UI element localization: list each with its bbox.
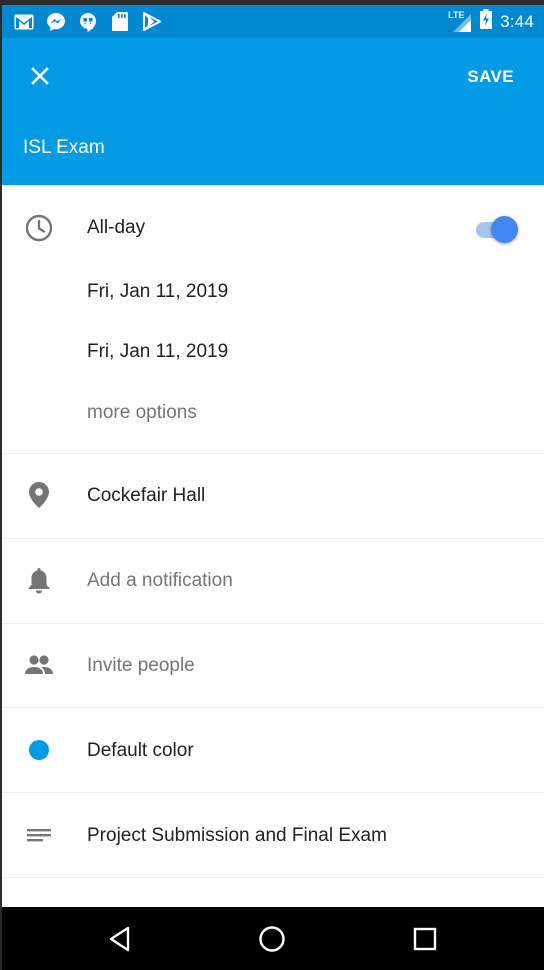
clock-icon xyxy=(24,213,54,243)
play-store-icon xyxy=(142,12,162,32)
recents-button[interactable] xyxy=(409,923,441,955)
color-dot-icon xyxy=(24,735,54,765)
navigation-bar xyxy=(2,907,544,970)
messenger-icon xyxy=(46,12,66,32)
notes-icon xyxy=(24,820,54,850)
notification-row[interactable]: Add a notification xyxy=(2,539,544,623)
lte-signal-icon: LTE xyxy=(448,9,472,33)
event-title[interactable]: ISL Exam xyxy=(23,137,105,159)
color-row[interactable]: Default color xyxy=(2,708,544,792)
system-icons: LTE 3:44 xyxy=(448,9,544,34)
invite-people[interactable]: Invite people xyxy=(87,655,195,677)
save-button[interactable]: SAVE xyxy=(467,67,514,87)
battery-charging-icon xyxy=(480,9,493,34)
description-row[interactable]: Project Submission and Final Exam xyxy=(2,793,544,877)
hangouts-icon xyxy=(78,12,98,32)
start-date[interactable]: Fri, Jan 11, 2019 xyxy=(87,281,228,303)
bell-icon xyxy=(24,565,54,595)
toggle-thumb xyxy=(491,216,518,243)
all-day-toggle[interactable] xyxy=(474,215,520,243)
sd-card-icon xyxy=(110,12,130,32)
home-icon xyxy=(259,926,285,952)
people-icon xyxy=(24,650,54,680)
invite-people-row[interactable]: Invite people xyxy=(2,624,544,708)
notification-icons xyxy=(2,12,162,32)
close-icon xyxy=(31,67,49,85)
all-day-label: All-day xyxy=(87,217,146,238)
description-value: Project Submission and Final Exam xyxy=(87,825,387,846)
gmail-icon xyxy=(14,12,34,32)
back-button[interactable] xyxy=(104,923,136,955)
home-button[interactable] xyxy=(256,923,288,955)
close-button[interactable] xyxy=(24,60,56,92)
location-pin-icon xyxy=(24,480,54,510)
end-date-row[interactable]: Fri, Jan 11, 2019 xyxy=(2,333,544,393)
more-options-row[interactable]: more options xyxy=(2,393,544,453)
divider xyxy=(2,877,544,878)
recents-icon xyxy=(413,927,437,951)
app-bar: SAVE ISL Exam xyxy=(2,38,544,185)
location-row[interactable]: Cockefair Hall xyxy=(2,454,544,538)
status-time: 3:44 xyxy=(500,11,534,31)
network-type-label: LTE xyxy=(448,9,465,20)
more-options-link[interactable]: more options xyxy=(87,402,197,424)
end-date[interactable]: Fri, Jan 11, 2019 xyxy=(87,341,228,363)
status-bar: LTE 3:44 xyxy=(2,5,544,38)
location-value: Cockefair Hall xyxy=(87,485,206,506)
start-date-row[interactable]: Fri, Jan 11, 2019 xyxy=(2,273,544,333)
color-label: Default color xyxy=(87,740,194,761)
add-notification[interactable]: Add a notification xyxy=(87,570,233,592)
back-icon xyxy=(109,926,130,952)
all-day-row[interactable]: All-day xyxy=(2,185,544,273)
event-form: All-day Fri, Jan 11, 2019 Fri, Jan 11, 2… xyxy=(2,185,544,907)
